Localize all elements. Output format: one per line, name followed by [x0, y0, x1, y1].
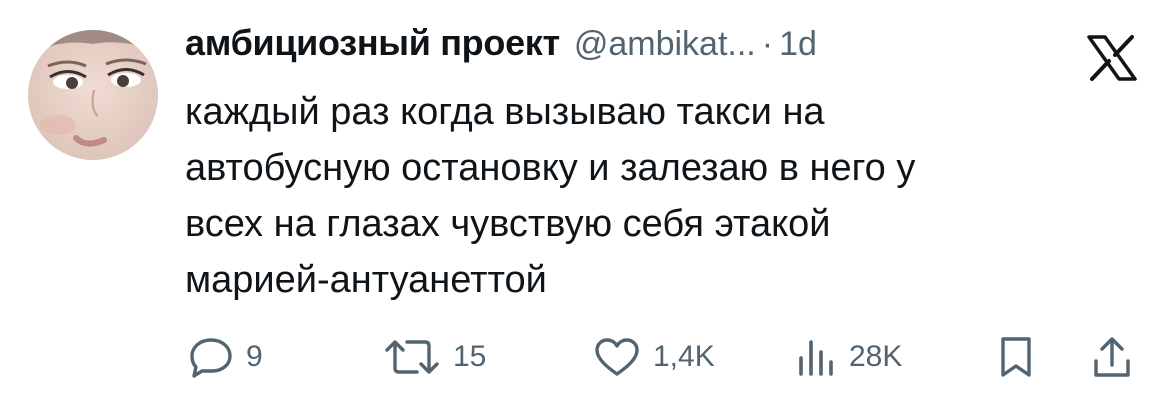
- tweet-header: амбициозный проект @ambikat... · 1d: [185, 22, 817, 74]
- reply-count: 9: [246, 340, 263, 373]
- tweet-text-line: автобусную остановку и залезаю в него у: [185, 147, 916, 189]
- repost-button[interactable]: 15: [383, 332, 486, 382]
- share-icon: [1094, 337, 1130, 377]
- bookmark-icon: [1001, 337, 1031, 377]
- bookmark-button[interactable]: [998, 332, 1034, 382]
- user-handle[interactable]: @ambikat...: [574, 25, 756, 64]
- tweet-text-line: марией-антуанеттой: [185, 259, 547, 301]
- like-count: 1,4K: [653, 340, 715, 373]
- reply-button[interactable]: 9: [188, 332, 263, 382]
- tweet-text-line: всех на глазах чувствую себя этакой: [185, 203, 831, 245]
- views-count: 28K: [849, 340, 903, 373]
- heart-icon: [595, 338, 639, 376]
- x-logo-icon: [1087, 35, 1137, 81]
- reply-icon: [190, 338, 232, 378]
- views-icon: [799, 340, 833, 376]
- views-button[interactable]: 28K: [795, 332, 902, 382]
- tweet-text-line: каждый раз когда вызываю такси на: [185, 91, 825, 133]
- avatar-image: [28, 30, 158, 160]
- repost-icon: [385, 340, 439, 374]
- avatar[interactable]: [28, 30, 158, 160]
- display-name[interactable]: амбициозный проект: [185, 22, 560, 64]
- timestamp[interactable]: 1d: [779, 25, 817, 64]
- action-bar: 9 15 1,4K 28K: [0, 332, 1170, 382]
- tweet[interactable]: амбициозный проект @ambikat... · 1d кажд…: [0, 0, 1170, 405]
- separator-dot: ·: [761, 25, 774, 63]
- repost-count: 15: [453, 340, 487, 373]
- share-button[interactable]: [1092, 332, 1132, 382]
- tweet-text: каждый раз когда вызываю такси на автобу…: [185, 84, 1115, 308]
- like-button[interactable]: 1,4K: [593, 332, 715, 382]
